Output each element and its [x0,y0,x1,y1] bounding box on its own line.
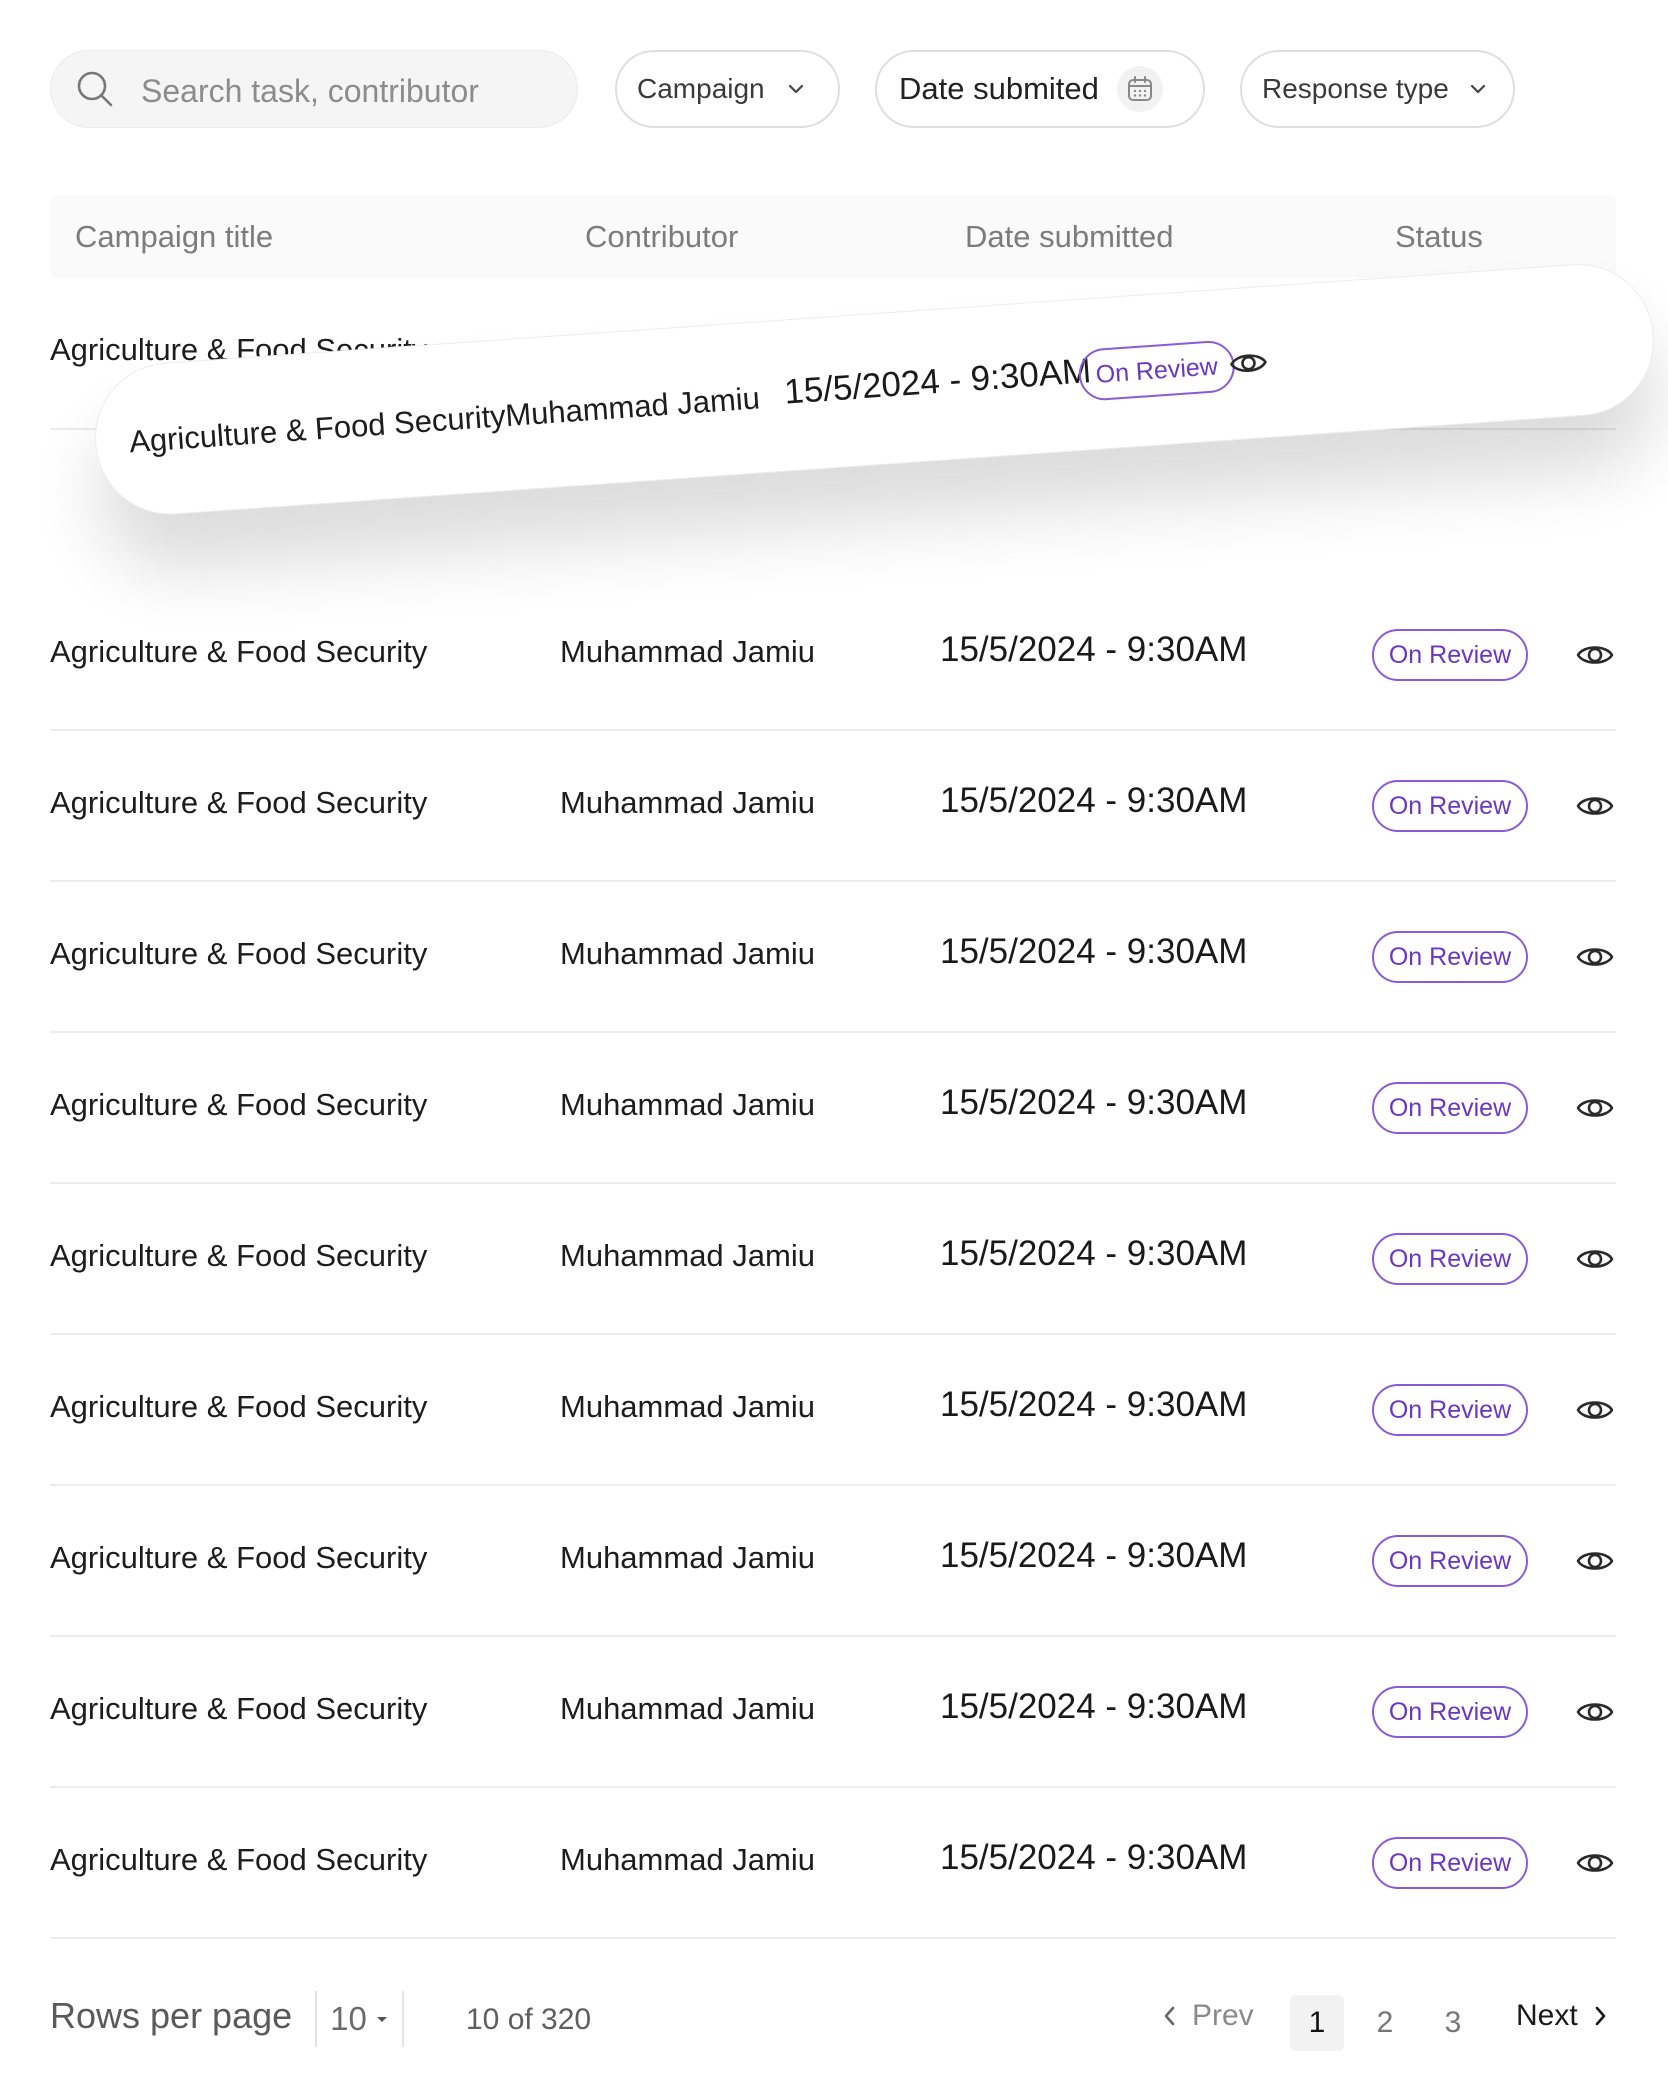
eye-icon[interactable] [1575,937,1615,977]
table-row[interactable]: Agriculture & Food Security Muhammad Jami… [50,1184,1616,1335]
eye-icon[interactable] [1575,1239,1615,1279]
date-cell: 15/5/2024 - 9:30AM [940,1687,1248,1726]
eye-icon[interactable] [1575,1390,1615,1430]
date-cell: 15/5/2024 - 9:30AM [940,781,1248,820]
rows-per-page-select[interactable]: 10 [315,1991,404,2047]
eye-icon[interactable] [1575,1088,1615,1128]
table-row[interactable]: Agriculture & Food Security Muhammad Jami… [50,1486,1616,1637]
table-row[interactable]: Agriculture & Food Security Muhammad Jami… [50,731,1616,882]
page-number-button[interactable]: 3 [1426,1995,1480,2051]
contributor-cell: Muhammad Jamiu [560,1238,815,1273]
search-icon [77,71,113,107]
search-box[interactable] [50,50,578,128]
next-label: Next [1516,1999,1578,2032]
date-cell: 15/5/2024 - 9:30AM [940,1234,1248,1273]
chevron-down-icon [1470,84,1485,94]
contributor-cell: Muhammad Jamiu [560,1087,815,1122]
contributor-cell: Muhammad Jamiu [560,785,815,820]
campaign-filter-label: Campaign [637,73,765,104]
status-badge: On Review [1077,339,1237,402]
date-cell: 15/5/2024 - 9:30AM [940,1838,1248,1877]
date-cell: 15/5/2024 - 9:30AM [940,1536,1248,1575]
table-header: Campaign title Contributor Date submitte… [50,195,1616,278]
next-button[interactable]: Next [1516,1999,1610,2033]
header-contributor: Contributor [585,219,739,254]
campaign-title-cell: Agriculture & Food Security [50,634,428,669]
campaign-title-cell: Agriculture & Food Security [50,785,428,820]
eye-icon[interactable] [1227,342,1270,385]
eye-icon[interactable] [1575,786,1615,826]
contributor-cell: Muhammad Jamiu [560,1842,815,1877]
filter-bar: Campaign Date submited Response type [50,50,1515,130]
status-badge: On Review [1372,1837,1528,1889]
campaign-title-cell: Agriculture & Food Security [50,1238,428,1273]
campaign-title-cell: Agriculture & Food Security [50,1842,428,1877]
contributor-cell: Muhammad Jamiu [560,1389,815,1424]
status-badge: On Review [1372,1686,1528,1738]
response-type-label: Response type [1262,73,1449,104]
eye-icon[interactable] [1575,1541,1615,1581]
chevron-down-icon [788,84,803,94]
date-filter-label: Date submited [899,71,1099,106]
table-row[interactable]: Agriculture & Food Security Muhammad Jami… [50,580,1616,731]
chevron-right-icon [1595,2006,1605,2026]
contributor-cell: Muhammad Jamiu [560,1691,815,1726]
campaign-title-cell: Agriculture & Food Security [50,1691,428,1726]
prev-button[interactable]: Prev [1160,1999,1254,2033]
table-row[interactable]: Agriculture & Food Security Muhammad Jami… [50,882,1616,1033]
rows-per-page-value: 10 [330,2000,367,2037]
campaign-title-cell: Agriculture & Food Security [50,1087,428,1122]
pagination-bar: Rows per page 10 10 of 320 Prev 123 Next [50,1985,1616,2055]
header-date-submitted: Date submitted [965,219,1174,254]
header-campaign-title: Campaign title [75,219,274,254]
campaign-filter-dropdown[interactable]: Campaign [615,50,840,128]
contributor-cell: Muhammad Jamiu [504,380,761,434]
page-number-button[interactable]: 1 [1290,1995,1344,2051]
date-cell: 15/5/2024 - 9:30AM [940,630,1248,669]
calendar-icon [1127,76,1152,101]
status-badge: On Review [1372,931,1528,983]
prev-label: Prev [1192,1999,1254,2032]
caret-down-icon [376,2017,387,2022]
date-cell: 15/5/2024 - 9:30AM [940,1385,1248,1424]
campaign-title-cell: Agriculture & Food Security [50,1540,428,1575]
table-row[interactable]: Agriculture & Food Security Muhammad Jami… [50,1033,1616,1184]
table-row[interactable]: Agriculture & Food Security Muhammad Jami… [50,1637,1616,1788]
calendar-button[interactable] [1116,66,1163,112]
range-text: 10 of 320 [466,2003,592,2036]
status-badge: On Review [1372,1082,1528,1134]
search-input[interactable] [139,65,563,117]
eye-icon[interactable] [1575,1692,1615,1732]
page-number-button[interactable]: 2 [1358,1995,1412,2051]
eye-icon[interactable] [1575,635,1615,675]
status-badge: On Review [1372,1384,1528,1436]
contributor-cell: Muhammad Jamiu [560,1540,815,1575]
status-badge: On Review [1372,1535,1528,1587]
contributor-cell: Muhammad Jamiu [560,936,815,971]
campaign-title-cell: Agriculture & Food Security [128,398,507,460]
status-badge: On Review [1372,629,1528,681]
campaign-title-cell: Agriculture & Food Security [50,1389,428,1424]
date-submitted-filter[interactable]: Date submited [875,50,1205,128]
date-cell: 15/5/2024 - 9:30AM [940,932,1248,971]
status-badge: On Review [1372,1233,1528,1285]
table-row[interactable]: Agriculture & Food Security Muhammad Jami… [50,1335,1616,1486]
header-status: Status [1395,219,1483,254]
date-cell: 15/5/2024 - 9:30AM [940,1083,1248,1122]
chevron-left-icon [1164,2006,1175,2026]
date-cell: 15/5/2024 - 9:30AM [783,351,1093,412]
table-row[interactable]: Agriculture & Food Security Muhammad Jami… [50,1788,1616,1939]
response-type-dropdown[interactable]: Response type [1240,50,1515,128]
campaign-title-cell: Agriculture & Food Security [50,936,428,971]
rows-per-page-label: Rows per page [50,1995,293,2036]
eye-icon[interactable] [1575,1843,1615,1883]
status-badge: On Review [1372,780,1528,832]
contributor-cell: Muhammad Jamiu [560,634,815,669]
